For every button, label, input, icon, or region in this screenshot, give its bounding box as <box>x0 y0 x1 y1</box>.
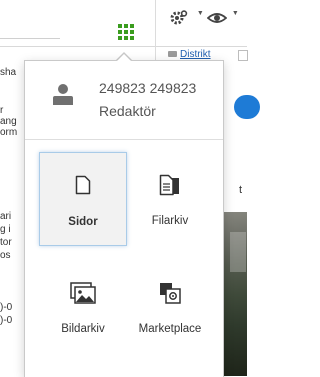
app-tile-label: Sidor <box>68 216 98 228</box>
apps-grid-icon[interactable] <box>118 24 136 42</box>
document-icon <box>75 175 91 200</box>
background-text: os <box>0 250 11 261</box>
user-id: 249823 249823 <box>99 80 197 96</box>
background-text: )-0 <box>0 302 13 313</box>
background-text: g i <box>0 224 11 235</box>
folder-icon <box>168 51 177 58</box>
file-archive-icon <box>159 174 181 201</box>
app-tile-filarkiv[interactable]: Filarkiv <box>126 152 214 246</box>
app-tile-bildarkiv[interactable]: Bildarkiv <box>39 260 127 354</box>
user-role: Redaktör <box>99 103 156 119</box>
divider <box>0 38 60 39</box>
background-text: sha <box>0 67 17 78</box>
background-text: ari <box>0 211 12 222</box>
status-badge <box>234 95 260 119</box>
breadcrumb-label[interactable]: Distrikt <box>180 49 211 60</box>
chevron-down-icon: ▼ <box>231 10 239 17</box>
background-text: )-0 <box>0 315 13 326</box>
checkbox[interactable] <box>238 50 248 61</box>
app-tile-marketplace[interactable]: Marketplace <box>126 260 214 354</box>
background-text: ang <box>0 116 17 127</box>
background-text: tor <box>0 237 12 248</box>
background-text: orm <box>0 127 18 138</box>
chevron-down-icon: ▼ <box>196 10 204 17</box>
dropdown-pointer-inner <box>117 54 131 61</box>
app-tile-sidor[interactable]: Sidor <box>39 152 127 246</box>
app-tile-label: Filarkiv <box>151 215 189 227</box>
app-tile-label: Marketplace <box>138 323 202 335</box>
user-icon <box>52 82 74 108</box>
marketplace-icon <box>159 282 181 309</box>
user-profile[interactable]: 249823 249823 Redaktör <box>25 61 223 140</box>
apps-dropdown: 249823 249823 Redaktör Sidor Filarkiv Bi… <box>24 60 224 377</box>
settings-gear-icon[interactable]: ▼ <box>170 10 204 28</box>
background-text: t <box>239 184 243 196</box>
view-eye-icon[interactable]: ▼ <box>206 10 239 28</box>
breadcrumb[interactable]: Distrikt <box>168 49 211 60</box>
image-archive-icon <box>70 282 96 309</box>
background-text: r <box>0 105 4 116</box>
app-tile-label: Bildarkiv <box>61 323 105 335</box>
